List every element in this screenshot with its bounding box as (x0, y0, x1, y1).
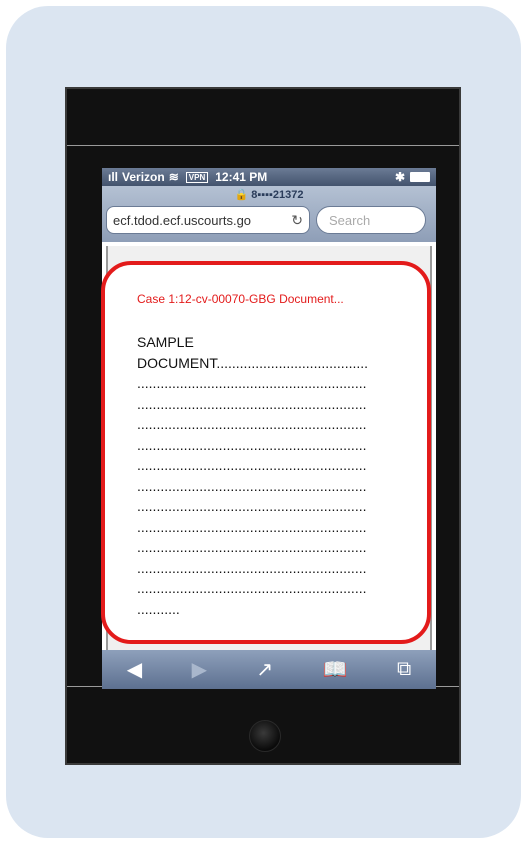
bluetooth-icon: ✱ (394, 170, 405, 184)
document-line: ........................................… (137, 457, 367, 473)
document-title: Case 1:12-cv-00070-GBG Document... (137, 292, 344, 306)
page-title: 🔒 8▪▪▪▪21372 (234, 189, 304, 201)
bookmarks-icon[interactable]: 📖 (323, 657, 348, 682)
battery-icon (410, 172, 430, 182)
document-body: SAMPLE DOCUMENT..........................… (137, 332, 399, 619)
lock-icon: 🔒 (234, 189, 249, 201)
url-input[interactable]: ecf.tdod.ecf.uscourts.go ↻ (106, 206, 310, 234)
document-line: ........................................… (137, 395, 367, 412)
document-line: ........................................… (137, 477, 367, 494)
document-line: ........................................… (137, 559, 367, 576)
document-line: ........................................… (137, 498, 367, 514)
search-input[interactable]: Search (316, 206, 426, 234)
signal-icon: ıll (108, 170, 119, 184)
reload-icon[interactable]: ↻ (291, 212, 303, 229)
browser-toolbar: ◀ ▶ ↗ 📖 ⧉ (102, 650, 436, 689)
document-line: ........... (137, 600, 180, 617)
vpn-badge: VPN (185, 171, 209, 183)
search-placeholder: Search (329, 212, 371, 228)
document-line: SAMPLE (137, 334, 194, 350)
tabs-icon[interactable]: ⧉ (397, 658, 411, 681)
document-line: ........................................… (137, 539, 367, 555)
document-line: ........................................… (137, 416, 367, 432)
status-time: 12:41 PM (215, 170, 268, 184)
document-line: ........................................… (137, 436, 367, 453)
carrier-name: Verizon (122, 170, 165, 184)
document-line: ........................................… (137, 580, 367, 596)
phone-top-divider (67, 145, 459, 146)
document-line: DOCUMENT................................… (137, 354, 369, 371)
wifi-icon: ≋ (168, 170, 179, 184)
browser-url-bar: 🔒 8▪▪▪▪21372 ecf.tdod.ecf.uscourts.go ↻ … (102, 186, 436, 242)
document-line: ........................................… (137, 375, 367, 391)
document-line: ........................................… (137, 518, 367, 535)
home-button[interactable] (249, 720, 281, 752)
forward-icon[interactable]: ▶ (192, 657, 207, 682)
share-icon[interactable]: ↗ (256, 657, 273, 682)
back-icon[interactable]: ◀ (127, 657, 142, 682)
status-bar: ıll Verizon ≋ VPN 12:41 PM ✱ (102, 168, 436, 186)
url-text: ecf.tdod.ecf.uscourts.go (113, 212, 252, 228)
